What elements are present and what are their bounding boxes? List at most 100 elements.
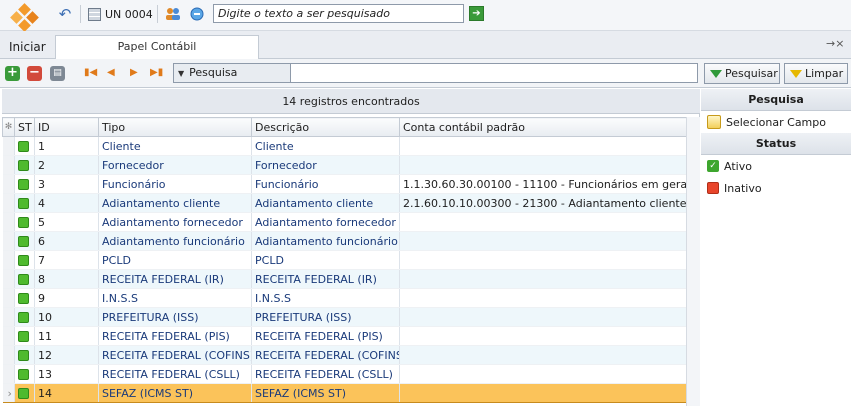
records-table: ✻ ST ID Tipo Descrição Conta contábil pa… (2, 117, 687, 403)
tipo-cell: Adiantamento fornecedor (98, 212, 252, 232)
column-id[interactable]: ID (34, 117, 99, 137)
table-row[interactable]: 4 Adiantamento cliente Adiantamento client… (2, 193, 687, 213)
tipo-cell: I.N.S.S (98, 288, 252, 308)
column-descricao[interactable]: Descrição (251, 117, 400, 137)
table-row[interactable]: 13 RECEITA FEDERAL (CSLL) RECEITA FEDERAL … (2, 364, 687, 384)
table-row[interactable]: 7 PCLD PCLD (2, 250, 687, 270)
tab-close-icon[interactable]: →× (826, 37, 844, 50)
id-cell: 5 (34, 212, 99, 232)
descricao-cell: I.N.S.S (251, 288, 400, 308)
descricao-cell: Adiantamento funcionário (251, 231, 400, 251)
status-cell (14, 212, 35, 232)
row-indicator (2, 212, 15, 232)
status-active-icon (18, 274, 29, 285)
conta-cell: 1.1.30.60.30.00100 - 11100 - Funcionário… (399, 174, 687, 194)
unit-selector[interactable]: UN 0004 (88, 4, 153, 24)
filter-input[interactable]: ▼ Pesquisa (173, 63, 698, 83)
status-active-filter[interactable]: ✓ Ativo (701, 155, 851, 177)
add-button[interactable]: + (5, 66, 20, 81)
status-active-icon (18, 141, 29, 152)
filter-field-dropdown[interactable]: ▼ Pesquisa (174, 64, 291, 82)
id-cell: 13 (34, 364, 99, 384)
limpar-label: Limpar (805, 67, 844, 80)
column-tipo[interactable]: Tipo (98, 117, 252, 137)
tab-home[interactable]: Iniciar (9, 40, 46, 54)
search-go-button[interactable]: ➔ (469, 6, 484, 21)
status-active-icon (18, 350, 29, 361)
status-cell (14, 250, 35, 270)
conta-cell (399, 364, 687, 384)
conta-cell (399, 231, 687, 251)
table-row[interactable]: 3 Funcionário Funcionário 1.1.30.60.30.0010… (2, 174, 687, 194)
column-st[interactable]: ST (14, 117, 35, 137)
status-active-icon (18, 331, 29, 342)
next-record-icon[interactable]: ▶ (130, 67, 138, 78)
table-row[interactable]: 10 PREFEITURA (ISS) PREFEITURA (ISS) (2, 307, 687, 327)
status-active-icon (18, 293, 29, 304)
row-indicator (2, 250, 15, 270)
status-active-icon (18, 236, 29, 247)
row-indicator (2, 288, 15, 308)
tipo-cell: Fornecedor (98, 155, 252, 175)
column-conta-contabil[interactable]: Conta contábil padrão (399, 117, 687, 137)
tab-papel-contabil[interactable]: Papel Contábil (55, 35, 259, 59)
id-cell: 9 (34, 288, 99, 308)
global-search-input[interactable]: Digite o texto a ser pesquisado (213, 4, 464, 23)
table-row[interactable]: 12 RECEITA FEDERAL (COFINS) RECEITA FEDERA… (2, 345, 687, 365)
status-active-label: Ativo (724, 159, 752, 173)
sync-icon[interactable] (188, 4, 206, 24)
table-row[interactable]: 5 Adiantamento fornecedor Adiantamento for… (2, 212, 687, 232)
tipo-cell: PCLD (98, 250, 252, 270)
status-panel-header: Status (701, 133, 851, 155)
id-cell: 10 (34, 307, 99, 327)
table-row[interactable]: › 14 SEFAZ (ICMS ST) SEFAZ (ICMS ST) (2, 383, 687, 403)
row-indicator (2, 193, 15, 213)
id-cell: 7 (34, 250, 99, 270)
filter-field-label: Pesquisa (189, 66, 238, 79)
tipo-cell: RECEITA FEDERAL (COFINS) (98, 345, 252, 365)
status-cell (14, 345, 35, 365)
conta-cell (399, 326, 687, 346)
table-row[interactable]: 2 Fornecedor Fornecedor (2, 155, 687, 175)
users-icon[interactable] (164, 4, 182, 24)
tipo-cell: Funcionário (98, 174, 252, 194)
descricao-cell: Funcionário (251, 174, 400, 194)
row-indicator (2, 174, 15, 194)
last-record-icon[interactable]: ▶▮ (150, 67, 163, 78)
descricao-cell: SEFAZ (ICMS ST) (251, 383, 400, 403)
id-cell: 2 (34, 155, 99, 175)
column-indicator: ✻ (2, 117, 15, 137)
conta-cell: 2.1.60.10.10.00300 - 21300 - Adiantament… (399, 193, 687, 213)
inactive-square-icon (707, 182, 719, 194)
delete-button[interactable]: − (27, 66, 42, 81)
limpar-button[interactable]: Limpar (784, 63, 848, 84)
table-row[interactable]: 8 RECEITA FEDERAL (IR) RECEITA FEDERAL (IR… (2, 269, 687, 289)
previous-record-icon[interactable]: ◀ (107, 67, 115, 78)
row-indicator (2, 269, 15, 289)
tipo-cell: RECEITA FEDERAL (CSLL) (98, 364, 252, 384)
row-indicator (2, 364, 15, 384)
print-button[interactable]: ▤ (50, 66, 65, 81)
grid-icon (88, 7, 101, 21)
undo-icon[interactable]: ↶ (55, 4, 75, 24)
id-cell: 8 (34, 269, 99, 289)
status-active-icon (18, 312, 29, 323)
vertical-scrollbar[interactable] (686, 117, 700, 406)
table-row[interactable]: 1 Cliente Cliente (2, 136, 687, 156)
status-inactive-filter[interactable]: Inativo (701, 177, 851, 199)
pesquisar-button[interactable]: Pesquisar (704, 63, 780, 84)
first-record-icon[interactable]: ▮◀ (84, 67, 97, 78)
status-cell (14, 288, 35, 308)
status-active-icon (18, 369, 29, 380)
table-row[interactable]: 9 I.N.S.S I.N.S.S (2, 288, 687, 308)
table-row[interactable]: 6 Adiantamento funcionário Adiantamento fu… (2, 231, 687, 251)
select-field-item[interactable]: Selecionar Campo (701, 111, 851, 133)
table-row[interactable]: 11 RECEITA FEDERAL (PIS) RECEITA FEDERAL (… (2, 326, 687, 346)
conta-cell (399, 307, 687, 327)
chevron-down-icon: ▼ (178, 69, 185, 78)
descricao-cell: RECEITA FEDERAL (PIS) (251, 326, 400, 346)
tipo-cell: Cliente (98, 136, 252, 156)
records-grid: 14 registros encontrados ✻ ST ID Tipo De… (2, 89, 700, 406)
status-cell (14, 155, 35, 175)
conta-cell (399, 345, 687, 365)
